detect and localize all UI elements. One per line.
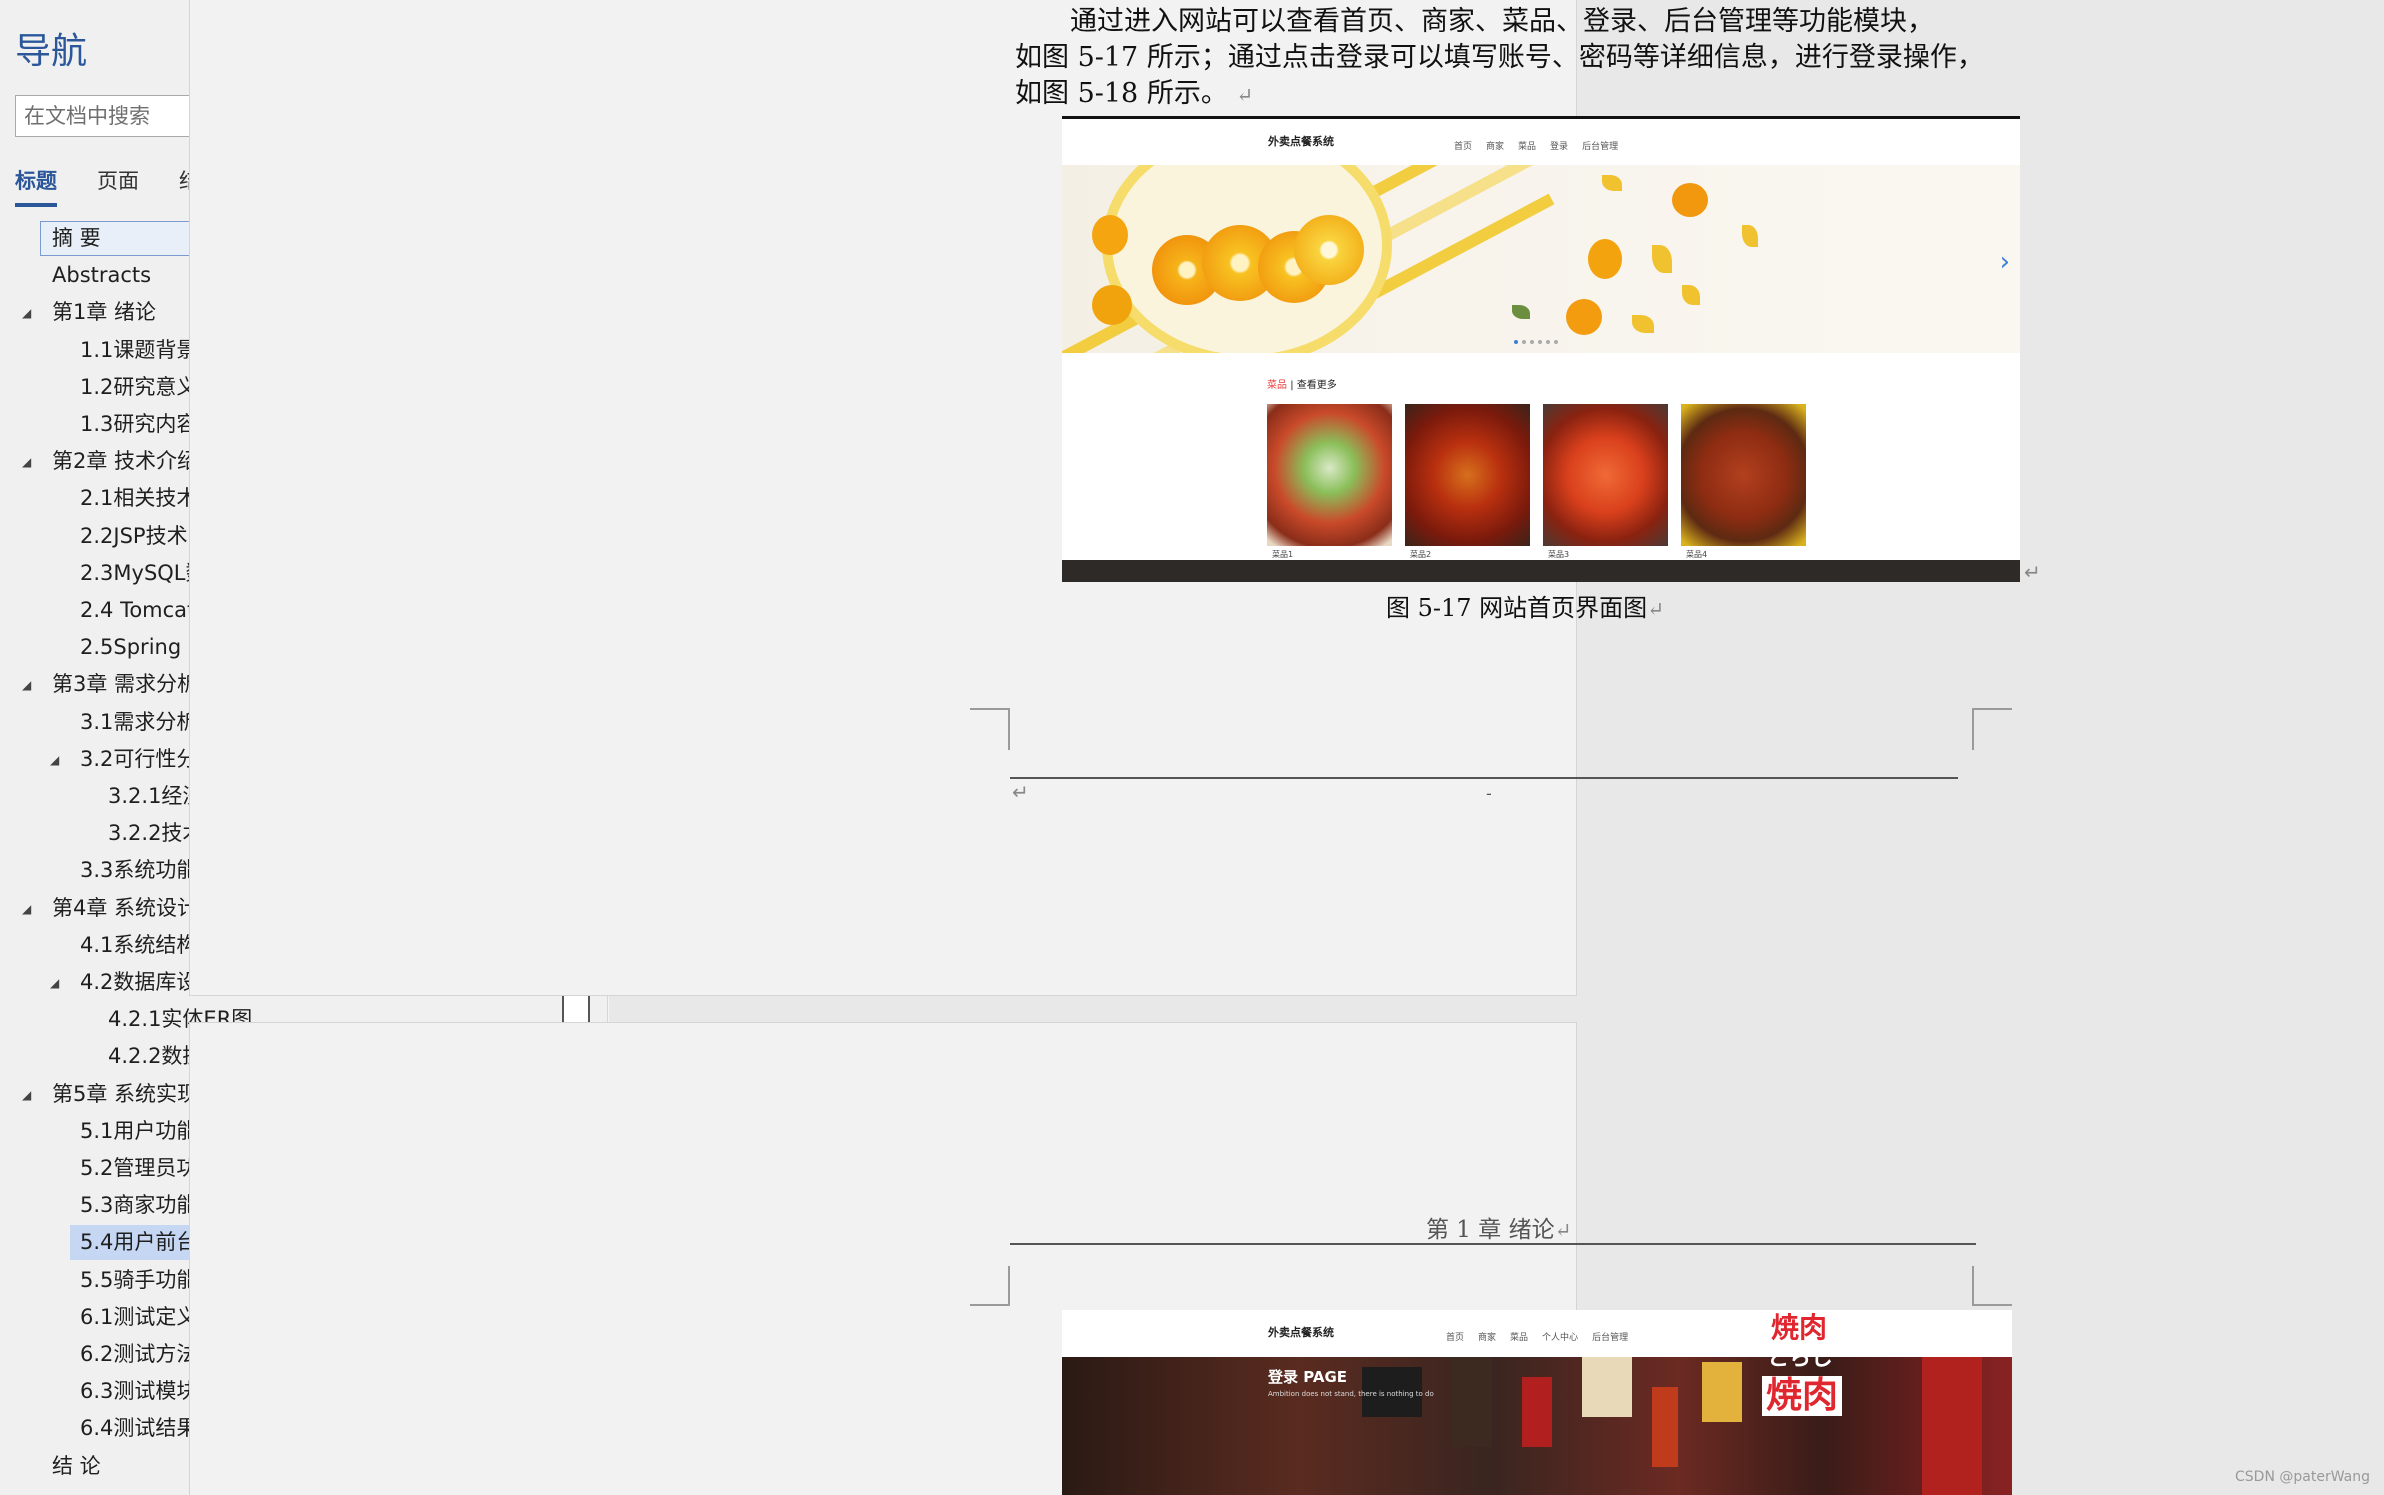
paragraph-line: 通过进入网站可以查看首页、商家、菜品、登录、后台管理等功能模块，	[1070, 6, 1934, 37]
collapse-triangle-icon[interactable]: ◢	[22, 902, 36, 916]
figure-caption: 图 5-17 网站首页界面图↵	[1386, 588, 1664, 623]
paragraph-mark: ↵	[1236, 83, 1254, 107]
site-nav-item: 商家	[1478, 1333, 1497, 1343]
yakiniku-sign: 焼肉	[1767, 1312, 1832, 1344]
outline-item-label: 1.3研究内容	[80, 412, 198, 436]
dish-caption: 菜品2	[1410, 550, 1432, 559]
header-line	[1010, 1243, 1976, 1245]
outline-item-label: 6.2测试方法	[80, 1342, 198, 1366]
outline-item-label: 第5章 系统实现	[52, 1081, 199, 1106]
margin-corner-mark	[970, 708, 1010, 750]
paragraph-mark: ↵	[1647, 597, 1664, 621]
site-nav: 首页 商家 菜品 登录 后台管理	[1454, 139, 1618, 152]
collapse-triangle-icon[interactable]: ◢	[22, 678, 36, 692]
figure-login-screenshot[interactable]: 外卖点餐系统 首页 商家 菜品 个人中心 后台管理 登录 PAGE Ambiti…	[1062, 1310, 2012, 1495]
tomato-image	[1672, 183, 1708, 217]
outline-item-label: 2.1相关技术	[80, 486, 198, 511]
footer-page-number: -	[1486, 784, 1492, 803]
site-nav-item: 后台管理	[1592, 1333, 1629, 1343]
margin-corner-mark	[1972, 1266, 2012, 1306]
paragraph-line: 如图 5-18 所示。 ↵	[1015, 76, 1253, 113]
dish-caption: 菜品4	[1686, 550, 1708, 559]
login-banner-image	[1062, 1357, 2012, 1495]
outline-item-label: 1.2研究意义	[80, 374, 198, 399]
tab-pages[interactable]: 页面	[97, 165, 139, 211]
dish-image	[1267, 404, 1392, 546]
tomato-image	[1092, 285, 1132, 325]
site-nav-item: 登录	[1550, 142, 1569, 152]
section-header: 菜品 | 查看更多	[1267, 380, 1337, 391]
paragraph-line: 如图 5-17 所示；通过点击登录可以填写账号、密码等详细信息，进行登录操作，	[1015, 42, 1984, 73]
login-subtitle: Ambition does not stand, there is nothin…	[1268, 1390, 1434, 1398]
collapse-triangle-icon[interactable]: ◢	[22, 1088, 36, 1102]
site-banner: ›	[1062, 165, 2020, 353]
collapse-triangle-icon[interactable]: ◢	[22, 306, 36, 320]
footer-line	[1010, 777, 1958, 779]
collapse-triangle-icon[interactable]: ◢	[50, 976, 64, 990]
outline-item-label: 6.3测试模块	[80, 1379, 198, 1404]
outline-item-label: 第3章 需求分析	[52, 672, 199, 697]
tab-headings[interactable]: 标题	[15, 165, 57, 211]
dish-image	[1405, 404, 1530, 546]
banner-next-icon: ›	[1999, 247, 2010, 277]
watermark: CSDN @paterWang	[2235, 1469, 2370, 1485]
dish-image	[1543, 404, 1668, 546]
outline-item-label: 第4章 系统设计	[52, 895, 199, 920]
section-label: 菜品	[1267, 380, 1287, 391]
section-more: 查看更多	[1296, 380, 1337, 391]
outline-item-label: 结 论	[52, 1453, 101, 1478]
margin-corner-mark	[970, 1266, 1010, 1306]
figure-home-screenshot[interactable]: 外卖点餐系统 首页 商家 菜品 登录 后台管理 › 菜品 | 查看更多 菜品1 …	[1062, 116, 2020, 582]
yakiniku-sign: 焼肉	[1762, 1376, 1843, 1416]
torashi-sign: とらじ	[1767, 1346, 1834, 1371]
dish-image	[1681, 404, 1806, 546]
site-nav-item: 菜品	[1510, 1333, 1529, 1343]
caption-text: 图 5-17 网站首页界面图	[1386, 594, 1648, 622]
outline-item-label: Abstracts	[52, 263, 152, 288]
outline-item-label: 1.1课题背景	[80, 337, 198, 362]
paragraph-mark: ↵	[1554, 1218, 1572, 1242]
page-header: 第 1 章 绪论↵	[1426, 1210, 1571, 1244]
site-nav-item: 首页	[1454, 142, 1473, 152]
paragraph-text: 如图 5-18 所示。	[1015, 78, 1228, 109]
outline-item-label: 第2章 技术介绍	[52, 449, 199, 474]
site-nav-item: 菜品	[1518, 142, 1537, 152]
tomato-image	[1092, 215, 1128, 255]
tomato-image	[1566, 299, 1602, 335]
site-nav-item: 后台管理	[1582, 142, 1619, 152]
nav-title: 导航	[15, 31, 88, 72]
outline-item-label: 摘 要	[52, 226, 101, 250]
dish-caption: 菜品1	[1272, 550, 1294, 559]
site-nav-item: 商家	[1486, 142, 1505, 152]
site-brand: 外卖点餐系统	[1268, 1326, 1334, 1339]
collapse-triangle-icon[interactable]: ◢	[50, 753, 64, 767]
paragraph-mark: ↵	[1012, 780, 1029, 804]
outline-item-label: 6.4测试结果	[80, 1416, 198, 1441]
collapse-triangle-icon[interactable]: ◢	[22, 455, 36, 469]
outline-item-label: 2.2JSP技术	[80, 523, 188, 548]
login-title: 登录 PAGE	[1268, 1368, 1348, 1386]
site-nav-item: 个人中心	[1542, 1333, 1579, 1343]
site-brand: 外卖点餐系统	[1268, 135, 1334, 148]
banner-dots	[1514, 340, 1558, 344]
dish-caption: 菜品3	[1548, 550, 1570, 559]
paragraph-mark: ↵	[2024, 560, 2041, 584]
site-nav: 首页 商家 菜品 个人中心 后台管理	[1446, 1330, 1628, 1343]
orange-slice-image	[1294, 215, 1364, 285]
tomato-image	[1588, 239, 1622, 279]
margin-corner-mark	[1972, 708, 2012, 750]
site-nav-item: 首页	[1446, 1333, 1465, 1343]
header-text: 第 1 章 绪论	[1426, 1217, 1555, 1243]
outline-item-label: 第1章 绪论	[52, 300, 157, 325]
